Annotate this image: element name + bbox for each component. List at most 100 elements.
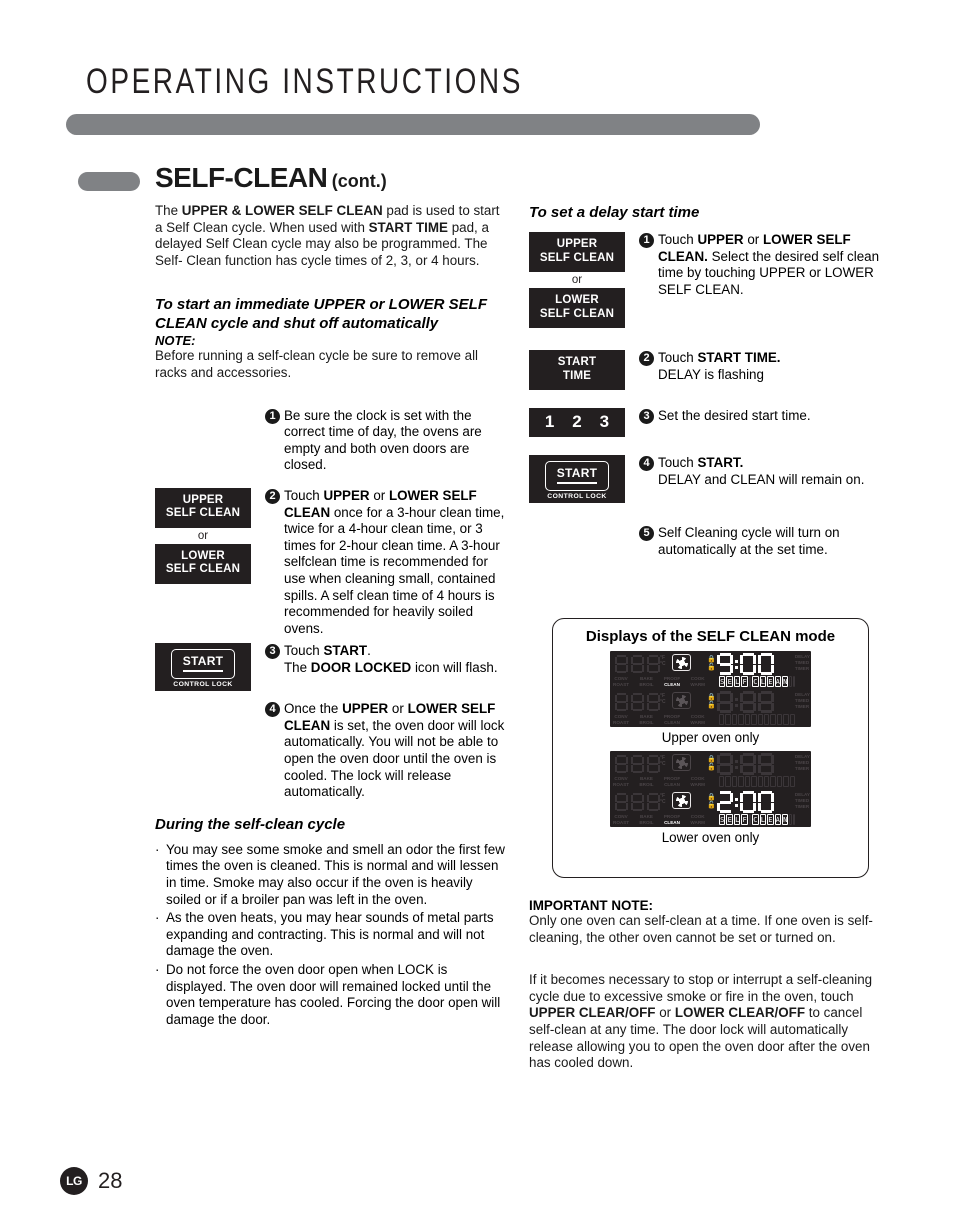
right-step-2: START TIME 2 Touch START TIME. DELAY is f… (529, 350, 881, 390)
section-title-suffix: (cont.) (331, 171, 387, 191)
right-step-2-text: Touch START TIME. DELAY is flashing (658, 350, 781, 382)
seven-segment-digit-icon (717, 653, 733, 675)
bullet-item-3-text: Do not force the oven door open when LOC… (166, 962, 501, 1027)
led-lower-clock (717, 691, 774, 713)
left-step-3: START CONTROL LOCK 3 Touch START. The DOO… (155, 643, 505, 692)
upper-self-clean-pad[interactable]: UPPER SELF CLEAN (155, 487, 251, 528)
led-lower-status-labels: DELAY TIMED TIMER (795, 692, 810, 711)
led-lower-dot-matrix (719, 714, 796, 726)
upper-self-clean-pad-line2: SELF CLEAN (165, 507, 241, 520)
bullet-dot-icon: · (155, 962, 160, 977)
door-lock-icon: 🔒 🔓 (707, 694, 716, 709)
lower-self-clean-pad-line2: SELF CLEAN (165, 563, 241, 576)
seven-segment-digit-icon (717, 753, 733, 775)
bullet-item-2: · As the oven heats, you may hear sounds… (155, 910, 505, 960)
right-step-3: 1 2 3 3 Set the desired start time. (529, 408, 881, 437)
left-step-2-pad: UPPER SELF CLEAN or LOWER SELF CLEAN (155, 487, 251, 584)
displays-panel-title: Displays of the SELF CLEAN mode (585, 628, 836, 645)
status-label-delay: DELAY (794, 754, 810, 759)
upper-oven-caption: Upper oven only (661, 730, 760, 745)
left-step-1-text: Be sure the clock is set with the correc… (284, 407, 482, 473)
section-pill-decoration (78, 172, 140, 191)
convection-fan-icon (672, 792, 691, 809)
clock-colon-icon (735, 656, 738, 672)
start-pad[interactable]: START CONTROL LOCK (155, 643, 251, 692)
mode-label-proof-clean: PROOF CLEAN (663, 714, 681, 725)
mode-label-proof-clean: PROOF CLEAN (663, 814, 681, 825)
start-pad-label: START (182, 654, 224, 669)
start-time-pad-line2: TIME (562, 369, 592, 382)
led-lower-mode-text: SELF CLEAN (719, 814, 795, 826)
led-upper-mode-labels: CONV ROAST BAKE BROIL PROOF CLEAN COOK WARM (613, 776, 705, 787)
page-header: OPERATING INSTRUCTIONS (86, 62, 786, 102)
bullet-dot-icon: · (155, 841, 160, 857)
seven-segment-digit-icon (717, 791, 733, 813)
led-temp-units: °F °C (660, 693, 666, 705)
led-upper-left: °F °C CONV ROAST BAKE BROIL PROOF CLEAN COO… (610, 651, 706, 689)
displays-panel: Displays of the SELF CLEAN mode °F °C CO… (552, 618, 869, 878)
led-unit-c: °C (660, 761, 666, 767)
mode-label-conv-roast: CONV ROAST (613, 676, 630, 687)
led-lower-right: 🔒 🔓 DELAY TIMED TIMER (706, 689, 811, 727)
led-lower-section: °F °C CONV ROAST BAKE BROIL PROOF CLEAN COO… (610, 789, 811, 827)
start-pad-sublabel: CONTROL LOCK (173, 681, 233, 689)
right-step-3-pad: 1 2 3 (529, 408, 625, 437)
lower-self-clean-pad[interactable]: LOWER SELF CLEAN (529, 288, 625, 328)
seven-segment-digit-icon (717, 691, 733, 713)
led-lower-right: 🔒 🔓 DELAY TIMED TIMER SELF CLEAN (706, 789, 811, 827)
start-pad[interactable]: START CONTROL LOCK (529, 455, 625, 503)
intro-paragraph: The UPPER & LOWER SELF CLEAN pad is used… (155, 203, 500, 268)
right-step-1-pad: UPPER SELF CLEAN or LOWER SELF CLEAN (529, 232, 625, 328)
right-step-5-number: 5 (639, 526, 654, 541)
seven-segment-digit-icon (740, 753, 756, 775)
seven-segment-digit-icon (647, 793, 660, 811)
lower-self-clean-pad-line2: SELF CLEAN (539, 307, 615, 320)
status-label-timer: TIMER (794, 666, 810, 672)
right-step-4-text: Touch START. DELAY and CLEAN will remain … (658, 455, 865, 487)
seven-segment-digit-icon (758, 691, 774, 713)
led-upper-temp-digits (615, 755, 660, 773)
door-lock-icon: 🔒 🔓 (707, 794, 716, 809)
pad-or-label: or (571, 274, 583, 286)
important-note-paragraph-2: If it becomes necessary to stop or inter… (529, 972, 873, 1071)
lg-logo-icon (60, 1167, 88, 1195)
clock-colon-icon (735, 794, 738, 810)
led-unit-c: °C (660, 699, 666, 705)
door-lock-icon: 🔒 🔓 (707, 656, 716, 671)
led-lower-mode-labels: CONV ROAST BAKE BROIL PROOF CLEAN COOK WARM (613, 714, 705, 725)
left-step-2-number: 2 (265, 488, 280, 504)
right-subheading: To set a delay start time (529, 204, 700, 221)
start-time-pad[interactable]: START TIME (529, 350, 625, 390)
led-temp-units: °F °C (660, 793, 666, 805)
left-step-2: UPPER SELF CLEAN or LOWER SELF CLEAN 2 T… (155, 487, 505, 637)
left-subheading: To start an immediate UPPER or LOWER SEL… (155, 296, 487, 333)
led-upper-section: °F °C CONV ROAST BAKE BROIL PROOF CLEAN COO… (610, 751, 811, 789)
seven-segment-digit-icon (647, 655, 660, 673)
seven-segment-digit-icon (615, 793, 628, 811)
lower-self-clean-pad[interactable]: LOWER SELF CLEAN (155, 543, 251, 584)
upper-self-clean-pad-line1: UPPER (182, 493, 224, 506)
start-pad-keybox: START (170, 649, 236, 680)
header-rule-bar (66, 114, 760, 135)
clock-colon-icon (735, 756, 738, 772)
mode-label-bake-broil: BAKE BROIL (639, 714, 654, 725)
led-lower-clock (717, 791, 774, 813)
led-upper-temp-digits (615, 655, 660, 673)
status-label-timer: TIMER (794, 704, 810, 710)
led-upper-mode-labels: CONV ROAST BAKE BROIL PROOF CLEAN COOK WARM (613, 676, 705, 687)
led-upper-clock (717, 753, 774, 775)
status-label-delay: DELAY (794, 654, 810, 659)
right-step-3-number: 3 (639, 409, 654, 424)
left-column: The UPPER & LOWER SELF CLEAN pad is used… (155, 203, 505, 1028)
note-label: NOTE: (155, 333, 196, 349)
bullet-item-3: · Do not force the oven door open when L… (155, 962, 505, 1028)
mode-label-bake-broil: BAKE BROIL (639, 814, 654, 825)
right-step-5-text: Self Cleaning cycle will turn on automat… (658, 525, 840, 557)
led-lower-temp-digits (615, 793, 660, 811)
right-step-1-number: 1 (639, 233, 654, 248)
upper-self-clean-pad[interactable]: UPPER SELF CLEAN (529, 232, 625, 272)
status-label-timed: TIMED (794, 798, 810, 804)
door-lock-icon: 🔒 🔓 (707, 756, 716, 771)
led-temp-units: °F °C (660, 655, 666, 667)
number-keypad[interactable]: 1 2 3 (529, 408, 625, 437)
